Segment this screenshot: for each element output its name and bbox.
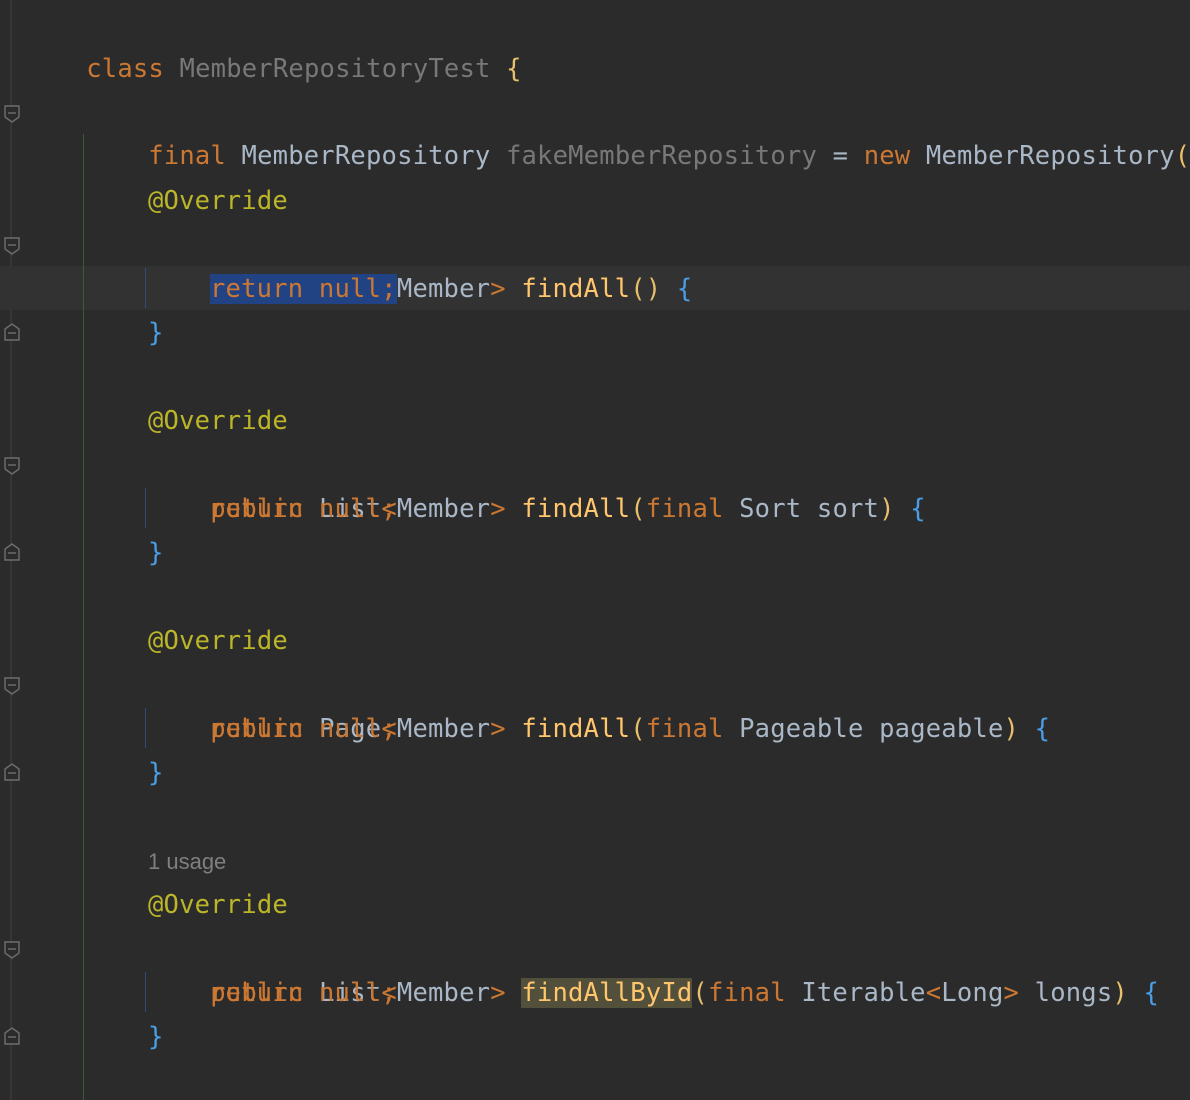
fold-marker-icon[interactable] bbox=[3, 1026, 21, 1046]
null-literal: null; bbox=[318, 714, 397, 744]
fold-marker-icon[interactable] bbox=[3, 236, 21, 256]
generic-bracket: < bbox=[925, 978, 942, 1008]
paren: ( bbox=[630, 274, 646, 304]
indent-guide bbox=[145, 708, 146, 748]
paren: ( bbox=[630, 714, 646, 744]
fold-marker-icon[interactable] bbox=[3, 676, 21, 696]
null-literal: null; bbox=[318, 494, 397, 524]
null-literal: null; bbox=[318, 274, 397, 304]
annotation: @Override bbox=[148, 406, 288, 436]
keyword: new bbox=[863, 141, 911, 171]
code-line[interactable]: } bbox=[148, 531, 164, 575]
type-name: Pageable bbox=[739, 714, 864, 744]
fold-marker-icon[interactable] bbox=[3, 542, 21, 562]
keyword: final bbox=[707, 978, 786, 1008]
constructor-name: MemberRepository bbox=[925, 141, 1175, 171]
annotation: @Override bbox=[148, 186, 288, 216]
annotation-line[interactable]: @Override bbox=[148, 179, 288, 223]
fold-marker-icon[interactable] bbox=[3, 940, 21, 960]
keyword: final bbox=[148, 141, 226, 171]
method-name: findAll bbox=[521, 714, 631, 744]
code-line[interactable]: } bbox=[148, 311, 164, 355]
type-name: Member bbox=[396, 274, 491, 304]
paren: ) bbox=[879, 494, 895, 524]
usage-hint[interactable]: 1 usage bbox=[148, 846, 226, 878]
indent-guide bbox=[145, 488, 146, 528]
type-name: Member bbox=[396, 714, 491, 744]
code-line[interactable]: } bbox=[148, 1015, 164, 1059]
keyword: return bbox=[210, 494, 304, 524]
paren: ) bbox=[1112, 978, 1128, 1008]
paren: ( bbox=[692, 978, 708, 1008]
parameter-name: pageable bbox=[879, 714, 1004, 744]
generic-bracket: > bbox=[490, 978, 506, 1008]
method-signature[interactable]: public List<Member> findAll() { bbox=[148, 223, 692, 304]
generic-bracket: > bbox=[490, 274, 506, 304]
keyword: class bbox=[86, 54, 164, 84]
brace: { bbox=[506, 54, 522, 84]
method-signature[interactable]: public Page<Member> findAll(final Pageab… bbox=[148, 663, 1050, 744]
method-signature[interactable]: public List<Member> findAllById(final It… bbox=[148, 927, 1159, 1008]
parens: () bbox=[1174, 141, 1190, 171]
generic-bracket: > bbox=[490, 494, 506, 524]
fold-marker-icon[interactable] bbox=[3, 322, 21, 342]
paren: ) bbox=[1003, 714, 1020, 744]
paren: ) bbox=[645, 274, 662, 304]
fold-marker-icon[interactable] bbox=[3, 104, 21, 124]
fold-marker-icon[interactable] bbox=[3, 762, 21, 782]
code-line[interactable]: return null; bbox=[210, 971, 397, 1015]
fold-marker-icon[interactable] bbox=[3, 456, 21, 476]
generic-bracket: > bbox=[1003, 978, 1020, 1008]
type-name: Iterable bbox=[801, 978, 926, 1008]
indent-guide bbox=[145, 268, 146, 308]
annotation-line[interactable]: @Override bbox=[148, 883, 288, 927]
keyword: return bbox=[210, 274, 304, 304]
brace: { bbox=[910, 494, 926, 524]
code-line[interactable]: return null; bbox=[210, 267, 397, 311]
type-name: Member bbox=[396, 978, 491, 1008]
annotation: @Override bbox=[148, 626, 288, 656]
keyword: final bbox=[645, 714, 724, 744]
parameter-name: longs bbox=[1034, 978, 1113, 1008]
method-name: findAll bbox=[521, 494, 631, 524]
type-name: MemberRepository bbox=[241, 141, 491, 171]
indent-guide bbox=[145, 972, 146, 1012]
keyword: return bbox=[210, 978, 304, 1008]
method-signature[interactable]: public List<Member> findAll(final Sort s… bbox=[148, 443, 926, 524]
brace: { bbox=[1143, 978, 1160, 1008]
selection: return null; bbox=[210, 274, 397, 304]
brace: { bbox=[676, 274, 693, 304]
operator: = bbox=[832, 141, 849, 171]
code-line[interactable]: return null; bbox=[210, 707, 397, 751]
code-line[interactable]: class MemberRepositoryTest { bbox=[24, 3, 522, 84]
type-name: Member bbox=[396, 494, 491, 524]
variable-name: fakeMemberRepository bbox=[505, 141, 817, 171]
parameter-name: sort bbox=[816, 494, 880, 524]
annotation: @Override bbox=[148, 890, 288, 920]
keyword: final bbox=[645, 494, 724, 524]
indent-guide bbox=[83, 134, 84, 1100]
class-name: MemberRepositoryTest bbox=[179, 54, 491, 84]
brace: } bbox=[148, 538, 164, 568]
brace: } bbox=[148, 1022, 164, 1052]
code-editor[interactable]: class MemberRepositoryTest { final Membe… bbox=[0, 0, 1190, 1100]
brace: } bbox=[148, 758, 164, 788]
code-line[interactable]: return null; bbox=[210, 487, 397, 531]
type-name: Long bbox=[941, 978, 1004, 1008]
type-name: Sort bbox=[739, 494, 802, 524]
annotation-line[interactable]: @Override bbox=[148, 399, 288, 443]
keyword: return bbox=[210, 714, 304, 744]
code-line[interactable]: } bbox=[148, 751, 164, 795]
null-literal: null; bbox=[318, 978, 397, 1008]
annotation-line[interactable]: @Override bbox=[148, 619, 288, 663]
method-name: findAll bbox=[521, 274, 631, 304]
brace: } bbox=[148, 318, 164, 348]
brace: { bbox=[1034, 714, 1051, 744]
paren: ( bbox=[630, 494, 646, 524]
generic-bracket: > bbox=[490, 714, 506, 744]
method-name: findAllById bbox=[521, 978, 693, 1008]
code-line[interactable]: final MemberRepository fakeMemberReposit… bbox=[86, 90, 1190, 171]
